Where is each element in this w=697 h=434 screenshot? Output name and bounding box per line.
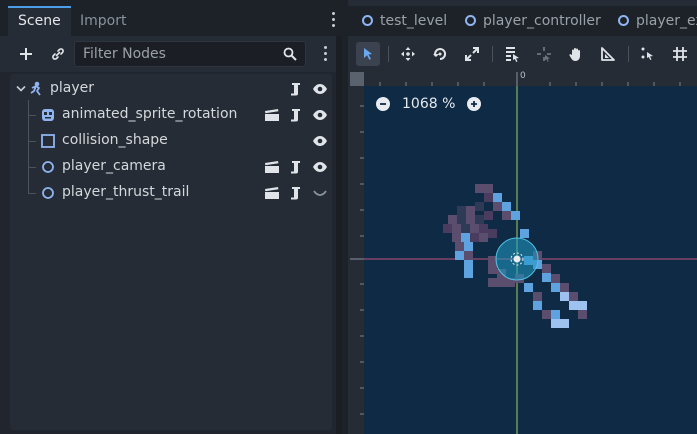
character-body-icon [30, 81, 41, 96]
zoom-level[interactable]: 1068 % [402, 96, 455, 112]
tree-row-collision-shape[interactable]: collision_shape [10, 128, 332, 154]
tree-row-player[interactable]: player [10, 76, 332, 102]
scene-tree: player animated_sprite_rotation collisio… [10, 74, 332, 430]
canvas-toolbar [348, 36, 697, 72]
toolbar-separator [492, 46, 493, 62]
grid-snap-button[interactable] [668, 42, 692, 66]
scale-icon [465, 47, 479, 61]
toolbar-separator [388, 46, 389, 62]
tree-row-player-thrust-trail[interactable]: player_thrust_trail [10, 180, 332, 206]
toolbar-separator [628, 46, 629, 62]
tab-player-controller[interactable]: player_controller [465, 6, 601, 36]
list-select-icon [506, 47, 519, 62]
move-icon [401, 47, 415, 61]
plus-icon [20, 48, 32, 60]
clapper-icon[interactable] [264, 108, 280, 122]
pivot-icon [537, 47, 551, 62]
link-icon [52, 48, 64, 60]
tree-row-animated-sprite-rotation[interactable]: animated_sprite_rotation [10, 102, 332, 128]
select-mode-button[interactable] [356, 42, 380, 66]
scene-dock: Scene Import player [0, 0, 342, 434]
filter-nodes-field[interactable] [74, 41, 306, 67]
eye-icon[interactable] [312, 160, 328, 174]
script-icon[interactable] [288, 160, 304, 174]
plus-icon [471, 101, 478, 107]
eye-icon[interactable] [312, 108, 328, 122]
scene-ring-icon [465, 15, 476, 26]
collision-shape-icon [41, 134, 55, 148]
ruler-origin-label: 0 [520, 71, 526, 81]
node-circle-icon [42, 187, 54, 199]
zoom-in-button[interactable] [467, 97, 482, 111]
dock-menu-icon[interactable] [332, 12, 336, 28]
scale-mode-button[interactable] [460, 42, 484, 66]
rotate-icon [433, 48, 447, 61]
eye-icon[interactable] [312, 82, 328, 96]
node-circle-icon [42, 161, 54, 173]
instance-scene-button[interactable] [46, 42, 70, 66]
scene-toolbar [0, 36, 342, 72]
filter-nodes-input[interactable] [83, 42, 275, 66]
snap-icon [641, 47, 653, 60]
script-icon[interactable] [288, 82, 304, 96]
node-label: animated_sprite_rotation [62, 106, 238, 122]
pointer-icon [364, 48, 372, 60]
scene-ring-icon [362, 15, 373, 26]
scene-tab-label: player_ex [636, 13, 697, 29]
hand-icon [569, 48, 580, 61]
scene-options-icon[interactable] [324, 46, 328, 64]
node-label: player [50, 80, 95, 96]
scene-ring-icon [618, 15, 629, 26]
tab-import[interactable]: Import [70, 6, 136, 36]
list-select-button[interactable] [500, 42, 524, 66]
scene-tab-label: player_controller [483, 13, 601, 29]
canvas-viewport[interactable] [364, 86, 697, 434]
minus-icon [380, 103, 386, 105]
node-label: player_thrust_trail [62, 184, 190, 200]
scene-tab-bar: test_level player_controller player_ex [348, 6, 697, 36]
node-label: collision_shape [62, 132, 168, 148]
move-mode-button[interactable] [396, 42, 420, 66]
ruler-ticks [350, 105, 364, 415]
animated-sprite-icon [42, 109, 54, 121]
chevron-down-icon[interactable] [16, 85, 26, 93]
pivot-mode-button[interactable] [532, 42, 556, 66]
zoom-out-button[interactable] [376, 97, 390, 111]
horizontal-ruler[interactable]: 0 [350, 71, 697, 86]
script-icon[interactable] [288, 108, 304, 122]
pan-mode-button[interactable] [564, 42, 588, 66]
ruler-icon [601, 47, 615, 61]
script-icon[interactable] [288, 186, 304, 200]
dock-tab-bar: Scene Import [0, 0, 342, 36]
clapper-icon[interactable] [264, 160, 280, 174]
tree-row-player-camera[interactable]: player_camera [10, 154, 332, 180]
grid-icon [673, 47, 687, 61]
rotate-mode-button[interactable] [428, 42, 452, 66]
clapper-icon[interactable] [264, 186, 280, 200]
ruler-corner [350, 72, 364, 86]
eye-closed-icon[interactable] [312, 186, 328, 200]
tab-scene[interactable]: Scene [8, 6, 71, 36]
scene-tab-label: test_level [380, 13, 448, 29]
dock-splitter[interactable] [336, 36, 342, 434]
tab-test-level[interactable]: test_level [362, 6, 447, 36]
smart-snap-button[interactable] [636, 42, 660, 66]
node-label: player_camera [62, 158, 166, 174]
zoom-control: 1068 % [376, 95, 482, 113]
eye-icon[interactable] [312, 134, 328, 148]
vertical-ruler[interactable] [350, 86, 364, 434]
ruler-mode-button[interactable] [596, 42, 620, 66]
tab-player-ex[interactable]: player_ex [618, 6, 697, 36]
sprite-canvas [364, 86, 697, 434]
add-node-button[interactable] [14, 42, 38, 66]
search-icon [283, 47, 297, 65]
pivot-handle [513, 255, 521, 263]
